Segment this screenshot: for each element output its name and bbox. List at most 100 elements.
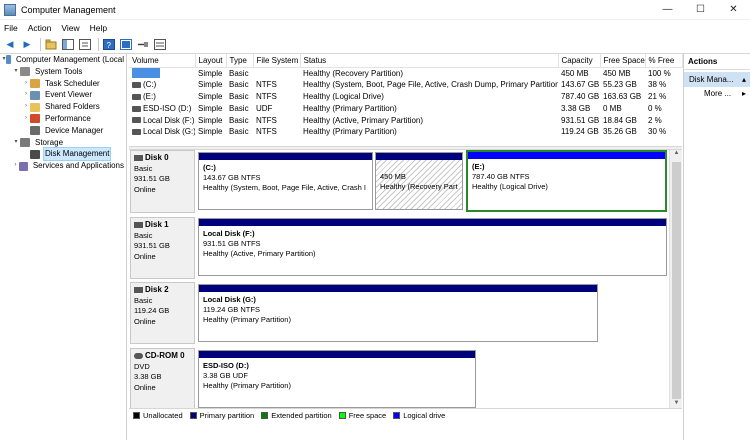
cdrom-0-label[interactable]: CD-ROM 0 DVD 3.38 GB Online [130, 348, 195, 410]
cell-text: UDF [256, 103, 273, 113]
menu-view[interactable]: View [61, 23, 79, 33]
actions-more[interactable]: More ... ▸ [684, 87, 750, 101]
cell-text: Simple [198, 115, 223, 125]
column-layout[interactable]: Layout [195, 54, 227, 68]
cell-text: Local Disk (F:) [143, 115, 195, 125]
legend-label: Free space [348, 411, 387, 420]
disk-1-label[interactable]: Disk 1 Basic 931.51 GB Online [130, 217, 195, 279]
forward-icon[interactable]: ▶ [20, 37, 34, 51]
volume-row[interactable]: (C:) Simple Basic NTFS Healthy (System, Boot… [129, 79, 682, 91]
column-capacity[interactable]: Capacity [558, 54, 601, 68]
expand-arrow-icon[interactable]: › [22, 78, 30, 90]
partition-c[interactable]: (C:) 143.67 GB NTFS Healthy (System, Boo… [198, 152, 373, 210]
cell-file-system: NTFS [253, 126, 300, 138]
cell-text: NTFS [256, 91, 277, 101]
cell-percent-free: 100 % [645, 67, 682, 79]
cell-type: Basic [226, 91, 253, 103]
connect-icon[interactable] [136, 37, 150, 51]
disk-0-label[interactable]: Disk 0 Basic 931.51 GB Online [130, 150, 195, 213]
cell-percent-free: 38 % [645, 79, 682, 91]
cell-text: 0 MB [603, 103, 622, 113]
volume-row[interactable]: Simple Basic Healthy (Recovery Partition) 4… [129, 67, 682, 79]
logical-drive-bar [468, 152, 665, 159]
menu-file[interactable]: File [4, 23, 18, 33]
volume-row[interactable]: Local Disk (G:) Simple Basic NTFS Healthy (P… [129, 126, 682, 138]
computer-icon [5, 55, 11, 65]
view-icon[interactable] [119, 37, 133, 51]
partition-e[interactable]: (E:) 787.40 GB NTFS Healthy (Logical Dri… [466, 150, 667, 212]
cell-volume: Local Disk (G:) [129, 126, 195, 138]
column-volume[interactable]: Volume [129, 54, 196, 68]
column-file-system[interactable]: File System [253, 54, 301, 68]
show-hide-tree-icon[interactable] [61, 37, 75, 51]
expand-arrow-icon[interactable]: › [22, 89, 30, 101]
expand-arrow-icon[interactable]: › [22, 113, 30, 125]
up-folder-icon[interactable] [44, 37, 58, 51]
cell-capacity: 119.24 GB [558, 126, 600, 138]
cell-file-system: NTFS [253, 91, 300, 103]
maximize-button[interactable]: ☐ [684, 0, 717, 20]
partition-legend: Unallocated Primary partition Extended par… [129, 408, 682, 422]
minimize-button[interactable]: — [651, 0, 684, 20]
cell-text: Basic [229, 80, 249, 90]
tools-icon [20, 67, 30, 77]
cell-text: Basic [229, 91, 249, 101]
list-view-icon[interactable] [153, 37, 167, 51]
volume-row[interactable]: Local Disk (F:) Simple Basic NTFS Healthy (A… [129, 114, 682, 126]
column-percent-free[interactable]: % Free [645, 54, 683, 68]
cell-text: Healthy (Primary Partition) [303, 127, 397, 137]
cell-file-system: UDF [253, 102, 300, 114]
menu-action[interactable]: Action [28, 23, 52, 33]
submenu-arrow-icon: ▸ [741, 89, 746, 98]
cell-text: Simple [198, 103, 223, 113]
properties-icon[interactable] [78, 37, 92, 51]
cell-capacity: 450 MB [558, 67, 600, 79]
cell-text: Healthy (Active, Primary Partition) [303, 115, 424, 125]
cell-free-space: 55.23 GB [600, 79, 645, 91]
partition-g[interactable]: Local Disk (G:) 119.24 GB NTFS Healthy (… [198, 284, 598, 342]
partition-d[interactable]: ESD-ISO (D:) 3.38 GB UDF Healthy (Primar… [198, 350, 476, 408]
cell-layout: Simple [195, 79, 226, 91]
volume-icon [132, 117, 141, 124]
back-icon[interactable]: ◀ [3, 37, 17, 51]
legend-item: Extended partition [261, 411, 332, 420]
volume-list: Volume Layout Type File System Status Ca… [129, 54, 683, 138]
menu-help[interactable]: Help [90, 23, 107, 33]
cell-type: Basic [226, 102, 253, 114]
column-status[interactable]: Status [300, 54, 559, 68]
close-button[interactable]: ✕ [717, 0, 750, 20]
disk-management-pane: Volume Layout Type File System Status Ca… [129, 54, 683, 426]
cell-layout: Simple [195, 126, 226, 138]
expand-arrow-icon[interactable]: › [12, 160, 19, 172]
actions-section-disk-management[interactable]: Disk Mana... ▴ [684, 72, 750, 87]
volume-icon [132, 82, 141, 89]
help-icon[interactable]: ? [102, 37, 116, 51]
disk-2-label[interactable]: Disk 2 Basic 119.24 GB Online [130, 282, 195, 344]
cell-percent-free: 30 % [645, 126, 682, 138]
cell-type: Basic [226, 79, 253, 91]
storage-icon [20, 137, 30, 147]
cell-text: Healthy (Primary Partition) [303, 103, 397, 113]
cell-free-space: 18.84 GB [600, 114, 645, 126]
expand-arrow-icon[interactable]: ▾ [12, 137, 20, 149]
volume-icon [132, 93, 141, 100]
cell-text: Healthy (System, Boot, Page File, Active… [303, 80, 558, 90]
partition-f[interactable]: Local Disk (F:) 931.51 GB NTFS Healthy (… [198, 218, 667, 276]
toolbar-separator [40, 37, 41, 51]
cell-status: Healthy (Primary Partition) [300, 102, 558, 114]
expand-arrow-icon[interactable]: ▾ [12, 66, 20, 78]
folder-icon [30, 102, 40, 112]
cell-layout: Simple [195, 67, 226, 79]
column-free-space[interactable]: Free Space [600, 54, 646, 68]
volume-row[interactable]: ESD-ISO (D:) Simple Basic UDF Healthy (Prima… [129, 102, 682, 114]
partition-recovery[interactable]: 450 MB Healthy (Recovery Part [375, 152, 463, 210]
cell-text: NTFS [256, 115, 277, 125]
scroll-up-icon[interactable]: ▲ [670, 150, 683, 160]
column-type[interactable]: Type [226, 54, 254, 68]
volume-row[interactable]: (E:) Simple Basic NTFS Healthy (Logical Driv… [129, 91, 682, 103]
expand-arrow-icon[interactable]: › [22, 101, 30, 113]
vertical-scrollbar[interactable]: ▲ ▼ [669, 150, 682, 410]
cell-text: (E:) [143, 91, 156, 101]
tree-item-services-and-applications[interactable]: › Services and Applications [0, 160, 126, 172]
scroll-thumb[interactable] [672, 162, 681, 399]
